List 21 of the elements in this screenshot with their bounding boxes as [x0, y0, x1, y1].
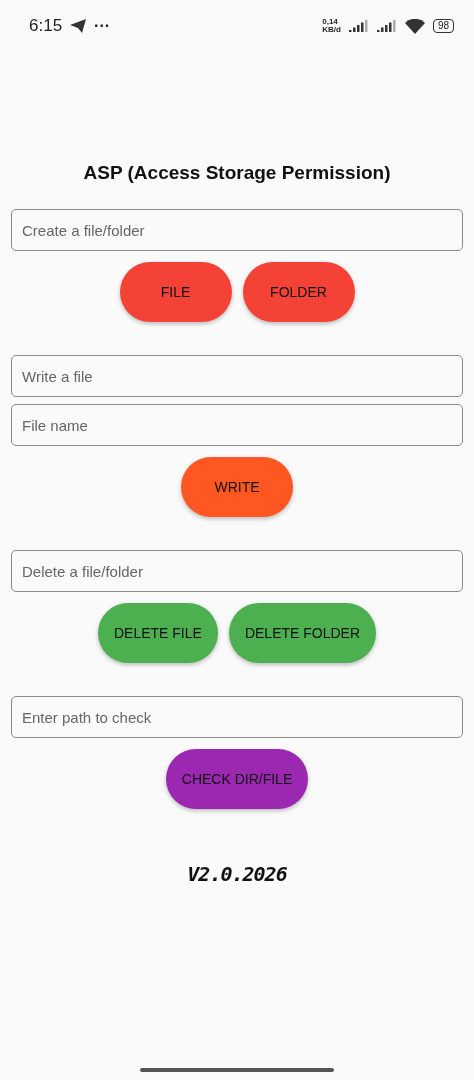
- paper-plane-icon: [70, 19, 87, 33]
- more-indicator: ···: [94, 17, 111, 35]
- action-button[interactable]: WRITE: [181, 457, 293, 517]
- text-field[interactable]: Delete a file/folder: [11, 550, 463, 592]
- text-field[interactable]: Write a file: [11, 355, 463, 397]
- action-button[interactable]: FILE: [119, 262, 232, 322]
- action-button[interactable]: FOLDER: [242, 262, 355, 322]
- version-label: V2.0.2026: [187, 862, 287, 886]
- page-title: ASP (Access Storage Permission): [82, 162, 392, 184]
- action-button[interactable]: DELETE FILE: [97, 603, 218, 663]
- action-button[interactable]: CHECK DIR/FILE: [165, 749, 309, 809]
- text-field[interactable]: Enter path to check: [11, 696, 463, 738]
- wifi-icon: [404, 18, 425, 34]
- text-field[interactable]: File name: [11, 404, 463, 446]
- signal-icon: [348, 20, 369, 32]
- signal-icon: [376, 20, 397, 32]
- text-field[interactable]: Create a file/folder: [11, 209, 463, 251]
- status-time: 6:15: [29, 16, 63, 36]
- network-speed: 0,14 KB/d: [322, 18, 341, 34]
- action-button[interactable]: DELETE FOLDER: [228, 603, 377, 663]
- battery-indicator: 98: [432, 19, 454, 33]
